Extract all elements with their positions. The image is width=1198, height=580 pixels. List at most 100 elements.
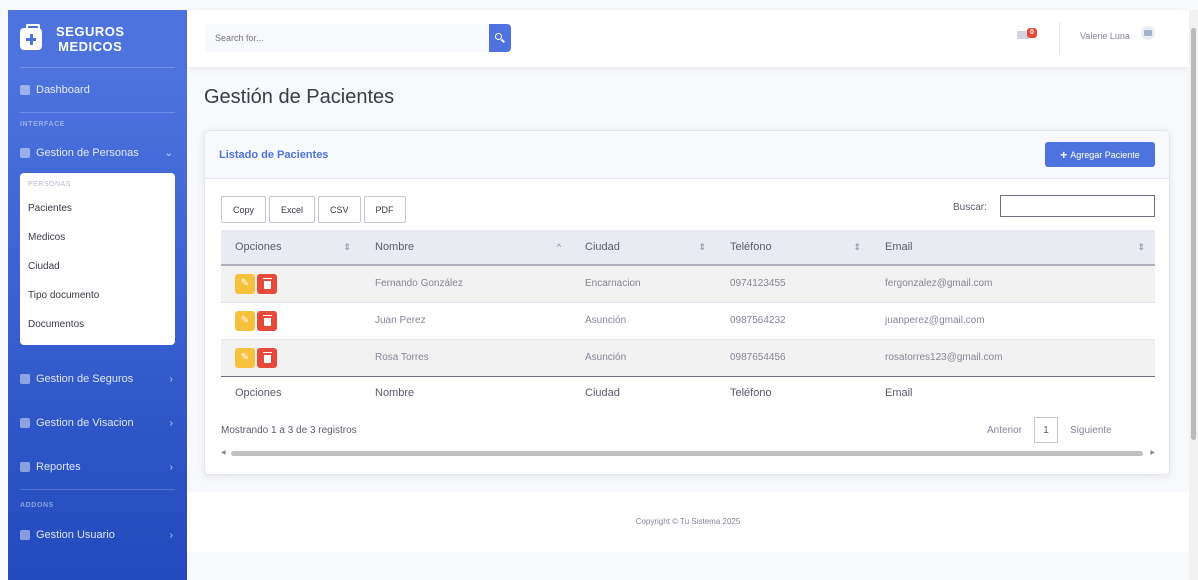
add-patient-button[interactable]: + Agregar Paciente xyxy=(1045,142,1155,167)
report-icon xyxy=(20,462,30,472)
messages-dropdown[interactable]: 0 xyxy=(1017,28,1041,46)
sidebar-brand[interactable]: SEGUROS MEDICOS xyxy=(8,10,187,67)
row-actions: ✎ xyxy=(221,264,361,302)
avatar[interactable] xyxy=(1141,26,1155,40)
sidebar-item-label: Reportes xyxy=(36,461,81,473)
plus-icon: + xyxy=(1060,147,1068,162)
excel-button[interactable]: Excel xyxy=(269,196,316,223)
add-patient-label: Agregar Paciente xyxy=(1070,149,1140,160)
personas-submenu: PERSONAS Pacientes Medicos Ciudad Tipo d… xyxy=(20,173,175,345)
topbar-search xyxy=(205,24,511,52)
table-search-input[interactable] xyxy=(1000,195,1155,217)
col-label: Teléfono xyxy=(730,241,772,253)
csv-button[interactable]: CSV xyxy=(318,196,361,223)
col-opciones[interactable]: Opciones ⇕ xyxy=(221,230,361,266)
submenu-item-tipo-documento[interactable]: Tipo documento xyxy=(20,281,175,310)
page-scrollbar[interactable] xyxy=(1189,10,1198,580)
delete-button[interactable] xyxy=(257,347,277,368)
footer: Copyright © Tu Sistema 2025 xyxy=(187,492,1189,552)
cell-email: juanperez@gmail.com xyxy=(871,301,1155,339)
col-label: Nombre xyxy=(375,241,415,253)
edit-button[interactable]: ✎ xyxy=(235,310,255,331)
trash-icon xyxy=(262,314,272,326)
row-actions: ✎ xyxy=(221,301,361,339)
table-row: ✎ Rosa Torres Asunción 0987654456 rosato… xyxy=(221,338,1155,376)
cell-telefono: 0974123455 xyxy=(716,264,871,302)
brand-line-1: SEGUROS xyxy=(56,23,125,39)
table-search-label: Buscar: xyxy=(953,202,987,213)
cell-ciudad: Asunción xyxy=(571,301,716,339)
cell-email: rosatorres123@gmail.com xyxy=(871,338,1155,376)
col-ciudad[interactable]: Ciudad ⇕ xyxy=(571,230,716,266)
scroll-right-icon[interactable]: ▶ xyxy=(1150,449,1155,456)
sort-icon: ⇕ xyxy=(853,242,861,252)
pagination-previous[interactable]: Anterior xyxy=(975,425,1034,436)
col-nombre[interactable]: Nombre ^ xyxy=(361,230,571,266)
sidebar-item-label: Gestion de Personas xyxy=(36,147,139,159)
table-horizontal-scrollbar[interactable]: ◀ ▶ xyxy=(221,449,1155,457)
cell-nombre: Rosa Torres xyxy=(361,338,571,376)
submenu-item-pacientes[interactable]: Pacientes xyxy=(20,194,175,223)
search-input[interactable] xyxy=(205,24,489,52)
scroll-left-icon[interactable]: ◀ xyxy=(221,449,226,456)
submenu-item-documentos[interactable]: Documentos xyxy=(20,310,175,339)
chevron-down-icon: ⌄ xyxy=(164,147,173,159)
pagination-next[interactable]: Siguiente xyxy=(1058,425,1112,436)
edit-button[interactable]: ✎ xyxy=(235,347,255,368)
sidebar-item-seguros[interactable]: Gestion de Seguros › xyxy=(8,357,187,401)
scrollbar-thumb[interactable] xyxy=(231,451,1143,456)
topbar-divider xyxy=(1059,22,1060,54)
dashboard-icon xyxy=(20,85,30,95)
page-title: Gestión de Pacientes xyxy=(204,86,395,108)
sidebar-item-reportes[interactable]: Reportes › xyxy=(8,445,187,489)
card-header: Listado de Pacientes + Agregar Paciente xyxy=(205,131,1169,179)
submenu-item-ciudad[interactable]: Ciudad xyxy=(20,252,175,281)
sidebar-item-visacion[interactable]: Gestion de Visacion › xyxy=(8,401,187,445)
foot-nombre: Nombre xyxy=(361,375,571,409)
patients-card: Listado de Pacientes + Agregar Paciente … xyxy=(204,130,1170,475)
chevron-right-icon: › xyxy=(169,373,173,385)
cell-email: fergonzalez@gmail.com xyxy=(871,264,1155,302)
copy-button[interactable]: Copy xyxy=(221,196,267,223)
export-buttons: Copy Excel CSV PDF xyxy=(221,196,409,223)
submenu-heading: PERSONAS xyxy=(28,181,71,188)
cell-nombre: Fernando González xyxy=(361,264,571,302)
pagination-page-1[interactable]: 1 xyxy=(1034,417,1059,443)
chevron-right-icon: › xyxy=(169,529,173,541)
file-icon xyxy=(20,374,30,384)
card-title: Listado de Pacientes xyxy=(219,149,329,161)
chevron-right-icon: › xyxy=(169,461,173,473)
foot-telefono: Teléfono xyxy=(716,375,871,409)
trash-icon xyxy=(262,277,272,289)
table-info: Mostrando 1 a 3 de 3 registros xyxy=(221,425,357,436)
medkit-icon xyxy=(20,23,42,50)
search-button[interactable] xyxy=(489,24,511,52)
col-label: Email xyxy=(885,241,913,253)
col-email[interactable]: Email ⇕ xyxy=(871,230,1155,266)
sidebar-item-personas[interactable]: Gestion de Personas ⌄ xyxy=(8,135,187,171)
user-name[interactable]: Valerie Luna xyxy=(1080,31,1130,41)
foot-opciones: Opciones xyxy=(221,375,361,409)
pdf-button[interactable]: PDF xyxy=(363,196,406,223)
foot-email: Email xyxy=(871,375,1155,409)
scrollbar-thumb[interactable] xyxy=(1191,28,1196,440)
chevron-right-icon: › xyxy=(169,417,173,429)
table-footer-row: Opciones Nombre Ciudad Teléfono Email xyxy=(221,375,1155,409)
col-telefono[interactable]: Teléfono ⇕ xyxy=(716,230,871,266)
table-row: ✎ Fernando González Encarnacion 09741234… xyxy=(221,264,1155,302)
cell-telefono: 0987654456 xyxy=(716,338,871,376)
sidebar-item-label: Gestion Usuario xyxy=(36,529,115,541)
sidebar-item-dashboard[interactable]: Dashboard xyxy=(8,68,187,112)
foot-ciudad: Ciudad xyxy=(571,375,716,409)
delete-button[interactable] xyxy=(257,273,277,294)
cloud-icon xyxy=(20,418,30,428)
sidebar-item-label: Gestion de Visacion xyxy=(36,417,134,429)
cell-nombre: Juan Perez xyxy=(361,301,571,339)
topbar: 0 Valerie Luna xyxy=(187,10,1189,67)
sidebar-item-usuario[interactable]: Gestion Usuario › xyxy=(8,520,187,550)
trash-icon xyxy=(262,351,272,363)
edit-button[interactable]: ✎ xyxy=(235,273,255,294)
submenu-item-medicos[interactable]: Medicos xyxy=(20,223,175,252)
delete-button[interactable] xyxy=(257,310,277,331)
sort-icon: ⇕ xyxy=(343,242,351,252)
